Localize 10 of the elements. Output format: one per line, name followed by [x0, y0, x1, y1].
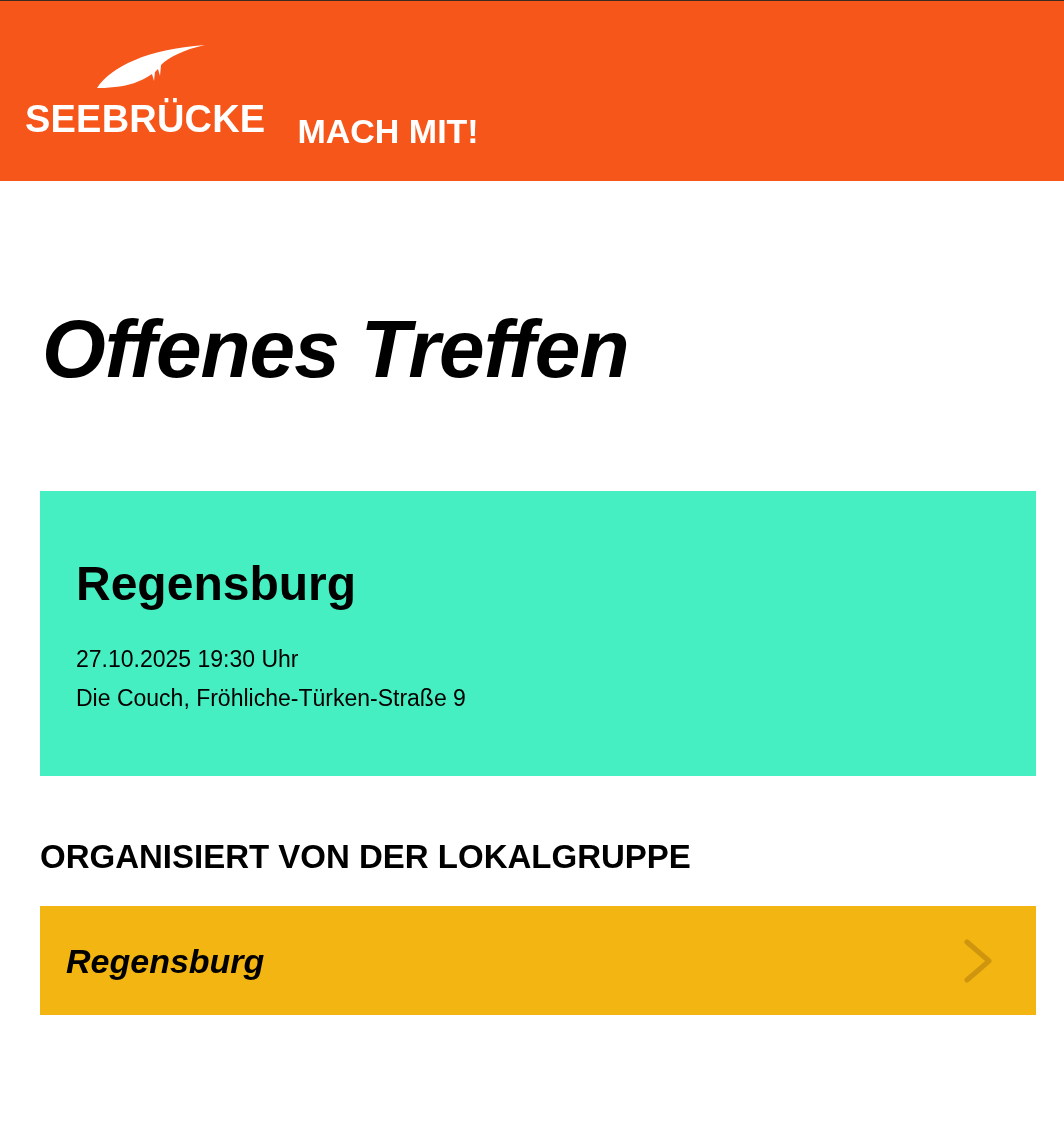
event-datetime: 27.10.2025 19:30 Uhr — [76, 645, 300, 674]
page-title: Offenes Treffen — [42, 308, 630, 390]
organizer-heading: ORGANISIERT VON DER LOKALGRUPPE — [40, 840, 692, 873]
mach-mit-link[interactable]: MACH MIT! — [297, 114, 479, 148]
logo-link[interactable]: SEEBRÜCKE — [25, 45, 266, 138]
event-location: Die Couch, Fröhliche-Türken-Straße 9 — [76, 684, 467, 713]
event-city: Regensburg — [76, 560, 358, 608]
chevron-right-icon — [964, 938, 992, 983]
swoosh-icon — [97, 45, 205, 88]
group-link[interactable]: Regensburg — [40, 906, 1036, 1015]
